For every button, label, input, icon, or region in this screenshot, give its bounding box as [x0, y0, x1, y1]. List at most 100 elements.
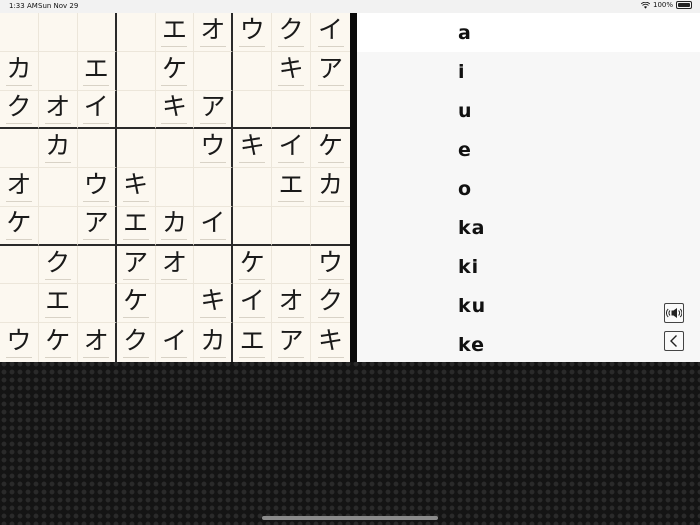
board-cell[interactable] — [116, 90, 156, 130]
cell-kana: ケ — [122, 288, 149, 319]
board-cell[interactable]: オ — [0, 168, 39, 207]
romaji-option[interactable]: e — [357, 130, 700, 169]
board-cell[interactable] — [233, 206, 273, 246]
board-cell[interactable] — [38, 13, 78, 52]
board-cell[interactable] — [116, 51, 156, 91]
board-cell[interactable]: ク — [311, 284, 350, 324]
board-cell[interactable] — [0, 13, 39, 52]
board-cell[interactable]: カ — [311, 168, 350, 207]
board-cell[interactable] — [194, 245, 234, 285]
board-cell[interactable]: ケ — [233, 245, 273, 285]
board-cell[interactable] — [272, 206, 312, 246]
board-cell[interactable] — [77, 13, 117, 52]
board-cell[interactable] — [311, 207, 350, 246]
romaji-option[interactable]: ka — [357, 208, 700, 247]
board-cell[interactable]: ク — [0, 90, 39, 130]
board-cell[interactable]: ウ — [77, 168, 117, 207]
board-cell[interactable]: ク — [38, 245, 78, 285]
board-cell[interactable]: オ — [38, 90, 78, 130]
board-cell[interactable] — [0, 284, 39, 324]
board-cell[interactable]: ケ — [0, 206, 39, 246]
board-cell[interactable] — [155, 168, 195, 207]
board-cell[interactable]: ク — [272, 13, 312, 52]
board-cell[interactable]: イ — [272, 129, 312, 169]
board-cell[interactable] — [77, 245, 117, 285]
board-cell[interactable]: ウ — [194, 129, 234, 169]
board-cell[interactable]: カ — [194, 323, 234, 362]
board-cell[interactable]: ウ — [0, 323, 39, 362]
home-indicator[interactable] — [262, 516, 438, 520]
back-button[interactable] — [664, 331, 684, 351]
board-cell[interactable]: イ — [156, 323, 195, 362]
board-cell[interactable]: エ — [272, 168, 312, 207]
board-cell[interactable]: カ — [155, 206, 195, 246]
cell-kana: ク — [5, 94, 32, 124]
board-cell[interactable] — [155, 129, 195, 169]
board-cell[interactable]: カ — [0, 51, 39, 91]
board-cell[interactable] — [194, 168, 234, 207]
board-cell[interactable]: キ — [311, 323, 350, 362]
board-cell[interactable] — [272, 90, 312, 130]
board-cell[interactable]: オ — [194, 13, 234, 52]
board-cell[interactable]: エ — [155, 13, 195, 52]
board-cell[interactable]: キ — [272, 51, 312, 91]
board-cell[interactable] — [233, 168, 273, 207]
board-cell[interactable] — [116, 129, 156, 169]
board-cell[interactable]: イ — [77, 90, 117, 130]
romaji-option[interactable]: u — [357, 91, 700, 130]
board-cell[interactable] — [155, 284, 195, 324]
board-cell[interactable]: エ — [233, 323, 273, 362]
board-cell[interactable]: ア — [311, 52, 350, 91]
board-cell[interactable] — [38, 51, 78, 91]
board-cell[interactable] — [194, 51, 234, 91]
board-cell[interactable]: エ — [116, 206, 156, 246]
board-cell[interactable]: ケ — [116, 284, 156, 324]
board-cell[interactable] — [0, 129, 39, 169]
board-cell[interactable] — [116, 13, 156, 52]
board-cell[interactable]: キ — [194, 284, 234, 324]
board-cell[interactable]: ア — [272, 323, 312, 362]
board-cell[interactable]: キ — [233, 129, 273, 169]
cell-kana — [200, 185, 226, 189]
board-cell[interactable]: ウ — [233, 13, 273, 52]
board-cell[interactable]: ア — [194, 90, 234, 130]
board-cell[interactable]: ク — [117, 323, 156, 362]
board-cell[interactable]: ア — [77, 206, 117, 246]
board-cell[interactable]: カ — [38, 129, 78, 169]
board-cell[interactable]: エ — [77, 51, 117, 91]
sound-button[interactable] — [664, 303, 684, 323]
board-cell[interactable]: ウ — [311, 246, 350, 285]
cell-kana — [239, 185, 265, 189]
board-cell[interactable]: オ — [272, 284, 312, 324]
romaji-option[interactable]: ki — [357, 247, 700, 286]
board-cell[interactable]: イ — [194, 206, 234, 246]
board-cell[interactable]: ア — [116, 245, 156, 285]
board-cell[interactable]: エ — [38, 284, 78, 324]
board-cell[interactable] — [77, 284, 117, 324]
board-cell[interactable]: オ — [155, 245, 195, 285]
board-cell[interactable] — [272, 245, 312, 285]
board-cell[interactable]: キ — [155, 90, 195, 130]
cell-kana: イ — [83, 94, 110, 124]
cell-kana — [200, 69, 226, 73]
board-cell[interactable] — [233, 90, 273, 130]
romaji-option[interactable]: a — [357, 13, 700, 52]
board-cell[interactable]: キ — [116, 168, 156, 207]
board-cell[interactable] — [0, 245, 39, 285]
board-cell[interactable] — [77, 129, 117, 169]
cell-kana: キ — [161, 94, 188, 124]
romaji-option[interactable]: o — [357, 169, 700, 208]
romaji-option[interactable]: ku — [357, 286, 700, 325]
board-cell[interactable]: ケ — [311, 129, 350, 169]
board-cell[interactable] — [233, 51, 273, 91]
board-cell[interactable]: オ — [78, 323, 117, 362]
board-cell[interactable] — [38, 168, 78, 207]
romaji-option[interactable]: ke — [357, 325, 700, 364]
romaji-option[interactable]: i — [357, 52, 700, 91]
board-cell[interactable]: イ — [311, 13, 350, 52]
board-cell[interactable] — [311, 91, 350, 130]
board-cell[interactable]: ケ — [155, 51, 195, 91]
board-cell[interactable] — [38, 206, 78, 246]
board-cell[interactable]: イ — [233, 284, 273, 324]
board-cell[interactable]: ケ — [39, 323, 78, 362]
